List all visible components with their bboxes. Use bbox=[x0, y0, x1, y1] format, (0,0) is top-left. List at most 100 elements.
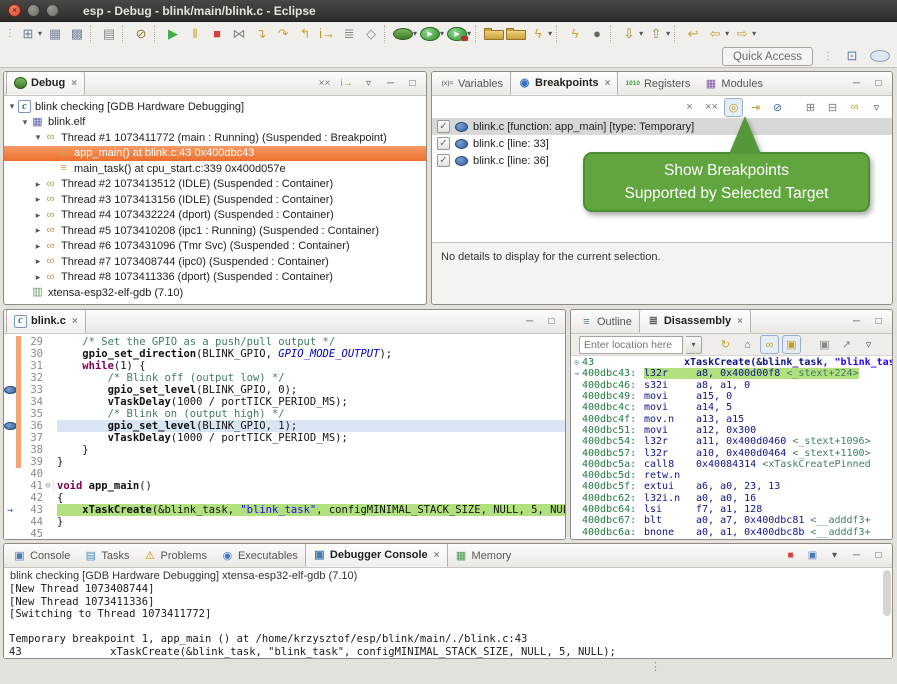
disassembly-row[interactable]: 400dbc57:l32ra10, 0x400d0464 <_stext+110… bbox=[571, 447, 892, 458]
debug-tree-item[interactable]: ▸∞Thread #7 1073408744 (ipc0) (Suspended… bbox=[4, 254, 426, 270]
twisty-icon[interactable]: ▾ bbox=[19, 117, 31, 128]
debug-tree-item[interactable]: ▸∞Thread #5 1073410208 (ipc1 : Running) … bbox=[4, 223, 426, 239]
chevron-down-icon[interactable]: ▾ bbox=[752, 29, 756, 38]
collapse-all-button[interactable]: ⊟ bbox=[823, 98, 842, 117]
close-icon[interactable]: × bbox=[737, 316, 743, 327]
debug-tree-item[interactable]: ≡main_task() at cpu_start.c:339 0x400d05… bbox=[4, 161, 426, 177]
debug-tree-item[interactable]: ▸∞Thread #8 1073411336 (dport) (Suspende… bbox=[4, 270, 426, 286]
code-line[interactable]: } bbox=[57, 444, 565, 456]
display-console-button[interactable]: ▣ bbox=[806, 549, 819, 562]
status-bar-grip[interactable]: ⋮ bbox=[650, 663, 661, 671]
next-annotation-button[interactable]: ⇩ bbox=[619, 24, 639, 44]
maximize-view-button[interactable]: □ bbox=[872, 549, 885, 562]
step-return-button[interactable]: ↰ bbox=[295, 24, 315, 44]
disassembly-listing[interactable]: ⊙43xTaskCreate(&blink_task, "blink_tas→4… bbox=[571, 356, 892, 539]
disassembly-row[interactable]: 400dbc49:movia15, 0 bbox=[571, 391, 892, 402]
instruction-stepping-toggle[interactable]: i→ bbox=[317, 24, 337, 44]
tab-variables[interactable]: (x)= Variables bbox=[434, 73, 510, 95]
twisty-icon[interactable]: ▾ bbox=[32, 132, 44, 143]
close-icon[interactable]: × bbox=[71, 78, 77, 89]
twisty-icon[interactable]: ▸ bbox=[32, 272, 44, 283]
expand-all-button[interactable]: ⊞ bbox=[801, 98, 820, 117]
save-all-button[interactable]: ▩ bbox=[67, 24, 87, 44]
minimize-view-button[interactable]: ─ bbox=[384, 77, 397, 90]
debug-tree-item[interactable]: ▾∞Thread #1 1073411772 (main : Running) … bbox=[4, 130, 426, 146]
previous-annotation-button[interactable]: ⇧ bbox=[646, 24, 666, 44]
disassembly-row[interactable]: 400dbc5d:retw.n bbox=[571, 470, 892, 481]
gutter-annotation[interactable] bbox=[4, 386, 16, 394]
show-supported-breakpoints-toggle[interactable]: ◎ bbox=[724, 98, 743, 117]
code-line[interactable]: } bbox=[57, 516, 565, 528]
back-button[interactable]: ⇦ bbox=[705, 24, 725, 44]
tab-breakpoints[interactable]: ◉ Breakpoints × bbox=[510, 71, 618, 95]
code-line[interactable]: gpio_set_direction(BLINK_GPIO, GPIO_MODE… bbox=[57, 348, 565, 360]
tab-tasks[interactable]: ▤ Tasks bbox=[77, 545, 136, 567]
target-button[interactable]: ● bbox=[587, 24, 607, 44]
code-line[interactable]: /* Blink off (output low) */ bbox=[57, 372, 565, 384]
gutter-annotation[interactable] bbox=[4, 422, 16, 430]
debug-tree-item[interactable]: ▸∞Thread #3 1073413156 (IDLE) (Suspended… bbox=[4, 192, 426, 208]
save-button[interactable]: ▦ bbox=[45, 24, 65, 44]
terminate-console-button[interactable]: ■ bbox=[784, 549, 797, 562]
disconnect-button[interactable]: ⋈ bbox=[229, 24, 249, 44]
tab-console[interactable]: ▣ Console bbox=[6, 545, 77, 567]
debug-tree-item[interactable]: ▸∞Thread #4 1073432224 (dport) (Suspende… bbox=[4, 208, 426, 224]
gutter-annotation[interactable]: → bbox=[4, 505, 16, 516]
export-button[interactable]: ↗ bbox=[837, 335, 856, 354]
tab-executables[interactable]: ◉ Executables bbox=[214, 545, 305, 567]
chevron-down-icon[interactable]: ▾ bbox=[548, 29, 552, 38]
code-line[interactable]: vTaskDelay(1000 / portTICK_PERIOD_MS); bbox=[57, 432, 565, 444]
debug-tree-item[interactable]: ▾▦blink.elf bbox=[4, 115, 426, 131]
chevron-down-icon[interactable]: ▾ bbox=[413, 29, 417, 38]
breakpoint-item[interactable]: ✓blink.c [function: app_main] [type: Tem… bbox=[432, 118, 892, 135]
debug-tree-item[interactable]: ▥xtensa-esp32-elf-gdb (7.10) bbox=[4, 285, 426, 301]
tab-modules[interactable]: ▦ Modules bbox=[697, 73, 770, 95]
chevron-down-icon[interactable]: ▾ bbox=[666, 29, 670, 38]
twisty-icon[interactable]: ▸ bbox=[32, 241, 44, 252]
close-button[interactable]: × bbox=[8, 4, 21, 17]
remove-all-breakpoints-button[interactable]: ×× bbox=[702, 98, 721, 117]
open-folder-button[interactable] bbox=[484, 30, 504, 40]
close-icon[interactable]: × bbox=[72, 316, 78, 327]
tab-disassembly[interactable]: ≣ Disassembly × bbox=[639, 309, 751, 333]
remove-terminated-button[interactable]: ×× bbox=[318, 77, 331, 90]
twisty-icon[interactable]: ▸ bbox=[32, 210, 44, 221]
code-line[interactable]: vTaskDelay(1000 / portTICK_PERIOD_MS); bbox=[57, 396, 565, 408]
sync-selection-toggle[interactable]: ▣ bbox=[782, 335, 801, 354]
tab-memory[interactable]: ▦ Memory bbox=[448, 545, 519, 567]
view-menu-button[interactable]: ▿ bbox=[859, 335, 878, 354]
chevron-down-icon[interactable]: ▾ bbox=[440, 29, 444, 38]
perspective-grip[interactable]: ⋮ bbox=[823, 51, 833, 62]
maximize-view-button[interactable]: □ bbox=[406, 77, 419, 90]
build-button[interactable]: ▤ bbox=[99, 24, 119, 44]
toolbar-grip[interactable]: ⋮ bbox=[5, 28, 15, 39]
code-line[interactable]: void app_main() bbox=[57, 480, 565, 492]
use-step-filters-toggle[interactable]: ≣ bbox=[339, 24, 359, 44]
debug-perspective-button[interactable] bbox=[870, 50, 890, 62]
location-input[interactable] bbox=[579, 336, 683, 354]
console-scrollbar[interactable] bbox=[883, 570, 891, 616]
breakpoint-checkbox[interactable]: ✓ bbox=[437, 154, 450, 167]
console-body[interactable]: blink checking [GDB Hardware Debugging] … bbox=[4, 568, 892, 658]
new-wizard-button[interactable]: ⊞ bbox=[18, 24, 38, 44]
tab-debug[interactable]: Debug × bbox=[6, 71, 85, 95]
disassembly-row[interactable]: 400dbc4f:mov.na13, a15 bbox=[571, 413, 892, 424]
debug-tree-item[interactable]: ▸∞Thread #2 1073413512 (IDLE) (Suspended… bbox=[4, 177, 426, 193]
forward-button[interactable]: ⇨ bbox=[732, 24, 752, 44]
chevron-down-icon[interactable]: ▾ bbox=[725, 29, 729, 38]
twisty-icon[interactable]: ▸ bbox=[32, 225, 44, 236]
code-line[interactable]: /* Set the GPIO as a push/pull output */ bbox=[57, 336, 565, 348]
minimize-view-button[interactable]: ─ bbox=[523, 315, 536, 328]
suspend-button[interactable]: ‖ bbox=[185, 24, 205, 44]
twisty-icon[interactable]: ▸ bbox=[32, 194, 44, 205]
twisty-icon[interactable]: ▾ bbox=[6, 101, 18, 112]
disassembly-row[interactable]: 400dbc64:lsif7, a1, 128 bbox=[571, 504, 892, 515]
debug-tree-item[interactable]: ≡app_main() at blink.c:43 0x400dbc43 bbox=[4, 146, 426, 162]
maximize-view-button[interactable]: □ bbox=[545, 315, 558, 328]
tab-outline[interactable]: ≡ Outline bbox=[573, 311, 639, 333]
code-line[interactable]: /* Blink on (output high) */ bbox=[57, 408, 565, 420]
maximize-view-button[interactable]: □ bbox=[872, 77, 885, 90]
code-line[interactable]: xTaskCreate(&blink_task, "blink_task", c… bbox=[57, 504, 565, 516]
code-line[interactable]: gpio_set_level(BLINK_GPIO, 0); bbox=[57, 384, 565, 396]
quick-access-button[interactable]: Quick Access bbox=[722, 47, 813, 66]
